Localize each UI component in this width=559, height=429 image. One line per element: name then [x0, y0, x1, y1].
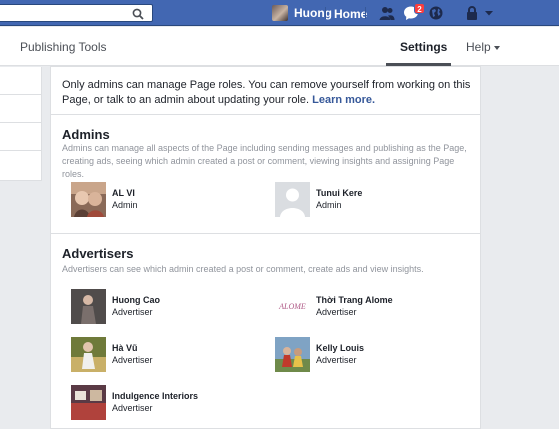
divider [51, 233, 480, 234]
alome-logo: ALOME [275, 289, 310, 324]
avatar [71, 182, 106, 217]
advertisers-description: Advertisers can see which admin created … [62, 264, 424, 274]
learn-more-link[interactable]: Learn more. [312, 94, 375, 106]
profile-name: Huong [294, 6, 332, 20]
person-name[interactable]: Thời Trang Alome [316, 295, 393, 306]
person-role: Advertiser [112, 403, 153, 413]
sidebar-item[interactable] [0, 123, 41, 151]
avatar [272, 5, 288, 21]
sidebar-item[interactable] [0, 95, 41, 123]
avatar [275, 337, 310, 372]
search-icon[interactable] [132, 8, 144, 20]
advertiser-entry[interactable]: ALOME Thời Trang Alome Advertiser [275, 289, 393, 324]
tab-settings[interactable]: Settings [386, 27, 451, 66]
globe-icon[interactable] [428, 5, 444, 21]
avatar [71, 289, 106, 324]
divider [325, 7, 326, 19]
advertiser-entry[interactable]: Indulgence Interiors Advertiser [71, 385, 198, 420]
lock-icon[interactable] [464, 5, 480, 21]
tab-help[interactable]: Help [466, 40, 500, 54]
person-role: Advertiser [112, 355, 153, 365]
person-name[interactable]: AL VI [112, 188, 138, 199]
page-tab-bar: Publishing Tools Settings Help [0, 27, 559, 66]
notice-text: Only admins can manage Page roles. You c… [62, 79, 471, 106]
friend-requests-icon[interactable] [379, 5, 395, 21]
divider [51, 114, 480, 115]
roles-notice: Only admins can manage Page roles. You c… [62, 78, 472, 108]
person-role: Advertiser [316, 307, 357, 317]
avatar [71, 385, 106, 420]
advertiser-entry[interactable]: Hà Vũ Advertiser [71, 337, 153, 372]
search-input[interactable] [0, 4, 153, 22]
sidebar-item[interactable] [0, 67, 41, 95]
person-name[interactable]: Kelly Louis [316, 343, 364, 354]
person-name[interactable]: Indulgence Interiors [112, 391, 198, 402]
tab-help-label: Help [466, 40, 491, 54]
notification-badge: 2 [414, 3, 425, 14]
person-role: Admin [316, 200, 342, 210]
top-bar: Huong Home 2 [0, 0, 559, 26]
tab-settings-label: Settings [400, 40, 448, 54]
home-link[interactable]: Home [334, 7, 367, 21]
advertisers-heading: Advertisers [62, 246, 134, 261]
avatar [71, 337, 106, 372]
settings-sidebar [0, 67, 42, 181]
admin-entry[interactable]: AL VI Admin [71, 182, 138, 217]
advertiser-entry[interactable]: Huong Cao Advertiser [71, 289, 160, 324]
admin-entry[interactable]: Tunui Kere Admin [275, 182, 362, 217]
profile-link[interactable]: Huong [272, 4, 332, 22]
person-name[interactable]: Tunui Kere [316, 188, 362, 199]
admins-description: Admins can manage all aspects of the Pag… [62, 143, 467, 179]
chevron-down-icon[interactable] [481, 5, 497, 21]
admins-heading: Admins [62, 127, 110, 142]
person-role: Advertiser [316, 355, 357, 365]
person-role: Advertiser [112, 307, 153, 317]
advertiser-entry[interactable]: Kelly Louis Advertiser [275, 337, 364, 372]
divider [365, 7, 366, 19]
person-name[interactable]: Huong Cao [112, 295, 160, 306]
chevron-down-icon [493, 45, 500, 50]
default-avatar-icon [275, 182, 310, 217]
person-role: Admin [112, 200, 138, 210]
page-roles-panel: Only admins can manage Page roles. You c… [50, 66, 481, 429]
tab-publishing-tools[interactable]: Publishing Tools [20, 40, 107, 54]
svg-text:ALOME: ALOME [278, 302, 306, 311]
person-name[interactable]: Hà Vũ [112, 343, 153, 354]
